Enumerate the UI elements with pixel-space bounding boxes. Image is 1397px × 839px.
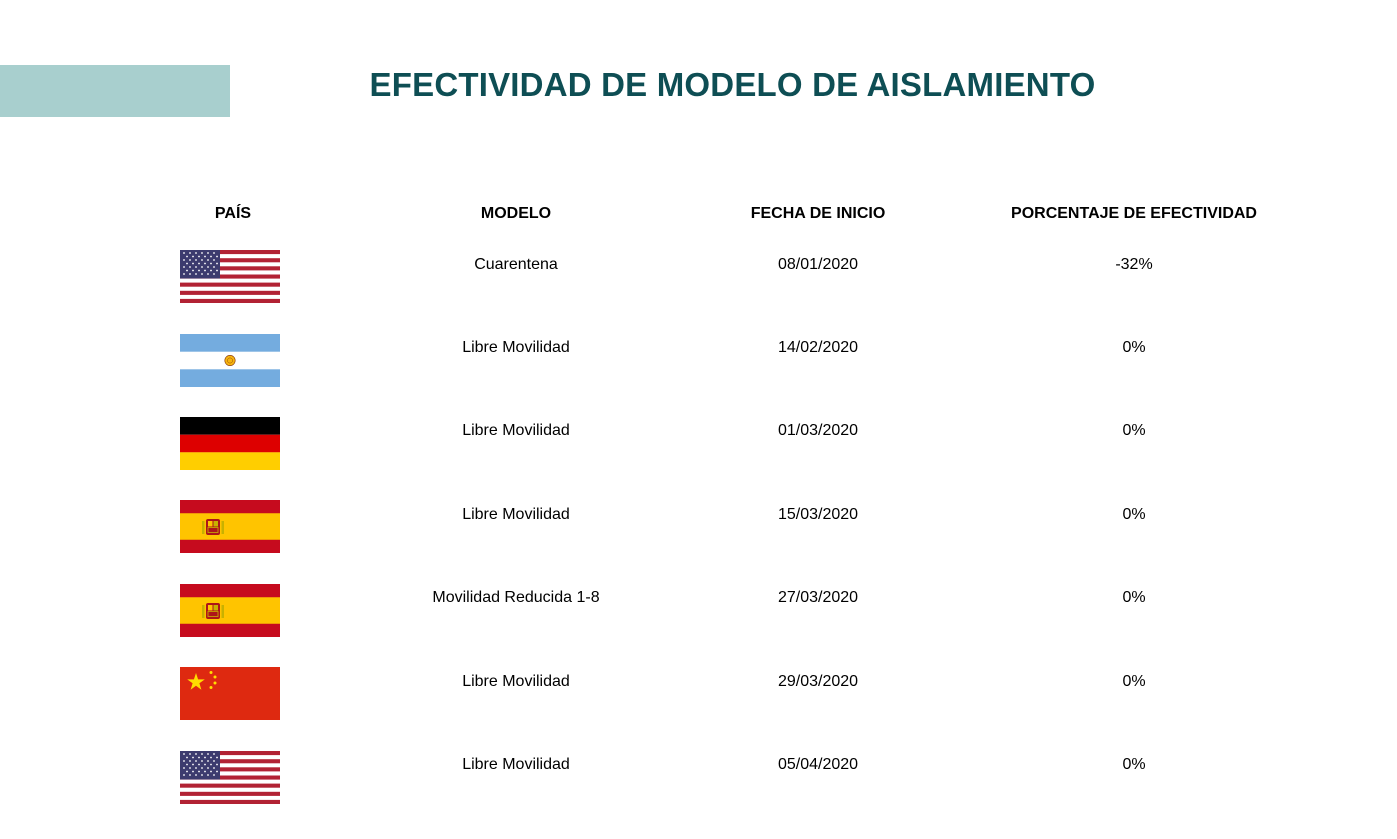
cell-fecha: 29/03/2020 — [777, 673, 859, 690]
usa-flag-icon — [180, 751, 280, 804]
cell-fecha: 05/04/2020 — [777, 756, 859, 773]
spain-flag-icon — [180, 584, 280, 637]
germany-flag-icon — [180, 417, 280, 470]
cell-modelo: Libre Movilidad — [462, 756, 570, 773]
spain-flag-icon — [180, 500, 280, 553]
cell-fecha: 08/01/2020 — [777, 256, 859, 273]
cell-porcentaje: 0% — [1122, 756, 1146, 773]
column-header-porcentaje: PORCENTAJE DE EFECTIVIDAD — [1011, 205, 1257, 222]
cell-porcentaje: 0% — [1122, 422, 1146, 439]
cell-modelo: Libre Movilidad — [462, 339, 570, 356]
cell-fecha: 15/03/2020 — [777, 506, 859, 523]
cell-modelo: Cuarentena — [474, 256, 558, 273]
cell-fecha: 14/02/2020 — [777, 339, 859, 356]
cell-porcentaje: -32% — [1115, 256, 1153, 273]
argentina-flag-icon — [180, 334, 280, 387]
china-flag-icon — [180, 667, 280, 720]
cell-porcentaje: 0% — [1122, 506, 1146, 523]
cell-fecha: 27/03/2020 — [777, 589, 859, 606]
cell-modelo: Libre Movilidad — [462, 422, 570, 439]
cell-modelo: Libre Movilidad — [462, 506, 570, 523]
column-header-pais: PAÍS — [214, 205, 252, 222]
cell-modelo: Movilidad Reducida 1-8 — [432, 589, 600, 606]
cell-fecha: 01/03/2020 — [777, 422, 859, 439]
column-header-modelo: MODELO — [480, 205, 552, 222]
page-title: EFECTIVIDAD DE MODELO DE AISLAMIENTO — [369, 66, 1096, 103]
column-header-fecha: FECHA DE INICIO — [750, 205, 886, 222]
cell-porcentaje: 0% — [1122, 589, 1146, 606]
usa-flag-icon — [180, 250, 280, 303]
cell-porcentaje: 0% — [1122, 339, 1146, 356]
cell-porcentaje: 0% — [1122, 673, 1146, 690]
cell-modelo: Libre Movilidad — [462, 673, 570, 690]
